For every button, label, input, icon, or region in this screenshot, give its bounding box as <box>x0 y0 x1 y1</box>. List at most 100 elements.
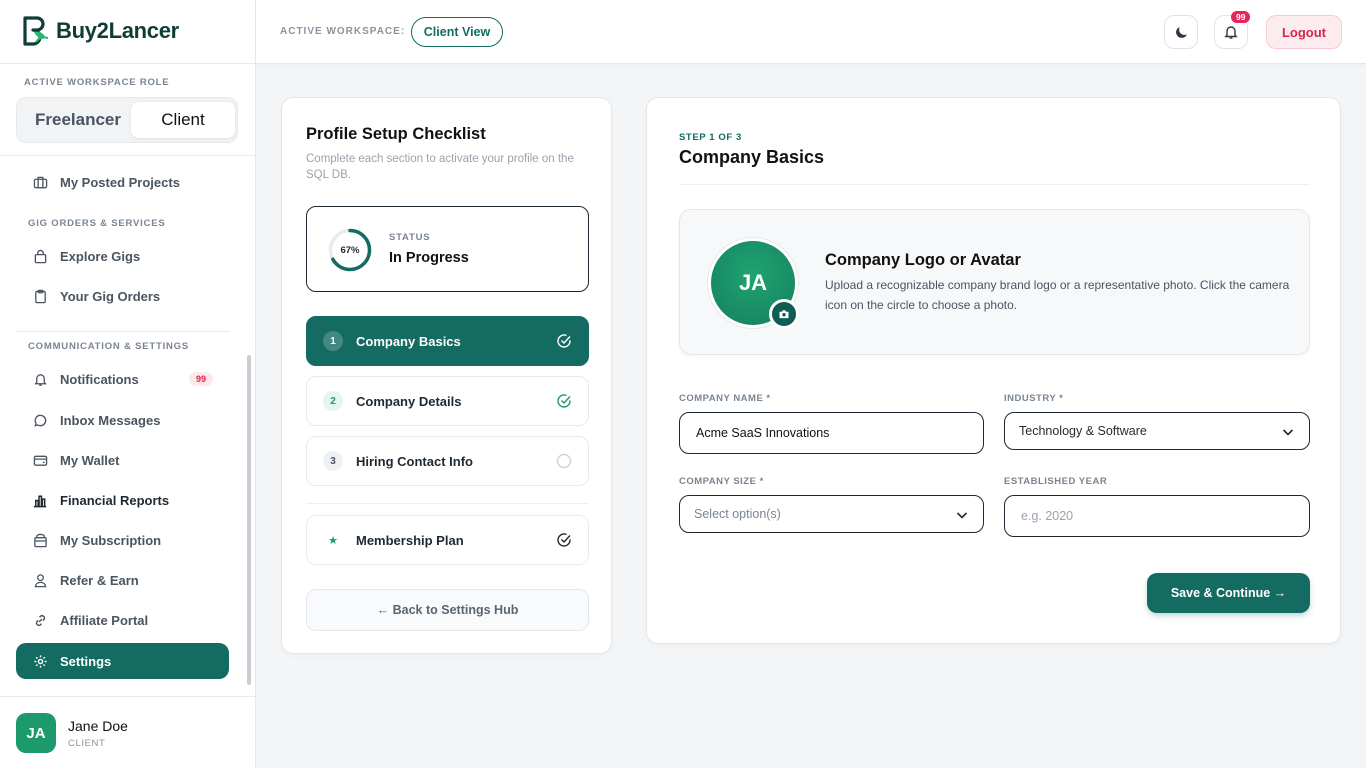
chevron-down-icon <box>1282 429 1294 436</box>
brand-logo-icon <box>23 16 49 46</box>
step-company-details[interactable]: 2 Company Details <box>306 376 589 426</box>
established-year-label: ESTABLISHED YEAR <box>1004 476 1108 487</box>
sidebar-item-posted-projects[interactable]: My Posted Projects <box>16 164 229 200</box>
logo-upload-panel: JA Company Logo or Avatar Upload a recog… <box>679 209 1310 355</box>
bell-icon <box>32 371 48 387</box>
user-role: CLIENT <box>68 738 106 749</box>
sidebar: Buy2Lancer ACTIVE WORKSPACE ROLE Freelan… <box>0 0 256 768</box>
step-label: Membership Plan <box>356 532 464 548</box>
sidebar-item-label: Refer & Earn <box>60 572 139 588</box>
briefcase-icon <box>32 174 48 190</box>
sidebar-item-label: Settings <box>60 653 112 669</box>
sidebar-item-label: Explore Gigs <box>60 248 141 264</box>
sidebar-item-subscription[interactable]: My Subscription <box>16 522 229 558</box>
role-client-button[interactable]: Client <box>131 102 235 138</box>
link-icon <box>32 612 48 628</box>
empty-circle-icon <box>556 453 572 469</box>
sidebar-item-label: My Subscription <box>60 532 162 548</box>
check-circle-icon <box>557 533 571 547</box>
camera-icon <box>779 310 789 319</box>
logout-button[interactable]: Logout <box>1266 15 1342 49</box>
step-company-basics[interactable]: 1 Company Basics <box>306 316 589 366</box>
save-continue-button[interactable]: Save & Continue → <box>1147 573 1310 613</box>
sidebar-item-gig-orders[interactable]: Your Gig Orders <box>16 278 229 314</box>
company-name-label: COMPANY NAME * <box>679 393 771 404</box>
step-number: 1 <box>323 331 343 351</box>
star-icon: ★ <box>328 534 338 547</box>
status-box: 67% STATUS In Progress <box>306 206 589 292</box>
industry-value: Technology & Software <box>1019 424 1147 438</box>
checklist-title: Profile Setup Checklist <box>306 125 486 143</box>
company-name-input[interactable] <box>679 412 984 454</box>
user-name: Jane Doe <box>68 718 128 734</box>
sidebar-item-inbox[interactable]: Inbox Messages <box>16 402 229 438</box>
sidebar-item-label: Affiliate Portal <box>60 612 149 628</box>
message-icon <box>32 412 48 428</box>
sidebar-item-wallet[interactable]: My Wallet <box>16 442 229 478</box>
form-title: Company Basics <box>679 147 825 167</box>
profile-checklist-card: Profile Setup Checklist Complete each se… <box>281 97 612 654</box>
notifications-badge: 99 <box>188 372 213 386</box>
wallet-icon <box>32 452 48 468</box>
sidebar-item-affiliate[interactable]: Affiliate Portal <box>16 602 229 638</box>
status-label: STATUS <box>389 232 431 243</box>
bag-icon <box>32 248 48 264</box>
divider <box>0 155 255 156</box>
step-number: 3 <box>323 451 343 471</box>
users-icon <box>32 572 48 588</box>
role-freelancer-button[interactable]: Freelancer <box>23 102 133 138</box>
logo-title: Company Logo or Avatar <box>825 251 1021 269</box>
brand-logo[interactable]: Buy2Lancer <box>22 16 179 46</box>
brand-name: Buy2Lancer <box>56 18 179 43</box>
divider <box>0 63 255 64</box>
user-profile[interactable]: JA Jane Doe CLIENT <box>0 696 255 768</box>
sidebar-item-label: My Posted Projects <box>60 174 180 190</box>
clipboard-icon <box>32 288 48 304</box>
sidebar-item-refer[interactable]: Refer & Earn <box>16 562 229 598</box>
workspace-label: ACTIVE WORKSPACE: <box>280 26 406 37</box>
sidebar-item-label: Notifications <box>60 371 139 387</box>
step-indicator: STEP 1 OF 3 <box>679 132 742 143</box>
role-toggle: Freelancer Client <box>16 97 238 143</box>
workspace-switch-button[interactable]: Client View <box>411 17 503 47</box>
progress-percent: 67% <box>340 244 360 256</box>
camera-button[interactable] <box>769 299 799 329</box>
bar-chart-icon <box>32 492 48 508</box>
industry-label: INDUSTRY * <box>1004 393 1064 404</box>
sidebar-item-notifications[interactable]: Notifications 99 <box>16 361 229 397</box>
role-label: ACTIVE WORKSPACE ROLE <box>24 77 170 88</box>
moon-icon <box>1175 26 1187 38</box>
top-header: ACTIVE WORKSPACE: Client View 99 Logout <box>256 0 1366 64</box>
sidebar-scrollbar[interactable] <box>247 355 251 685</box>
section-gig-label: GIG ORDERS & SERVICES <box>28 218 166 229</box>
back-to-settings-button[interactable]: ← Back to Settings Hub <box>306 589 589 631</box>
sidebar-item-settings[interactable]: Settings <box>16 643 229 679</box>
step-hiring-contact[interactable]: 3 Hiring Contact Info <box>306 436 589 486</box>
sidebar-item-label: Your Gig Orders <box>60 288 161 304</box>
check-circle-icon <box>557 334 571 348</box>
divider <box>16 331 230 332</box>
checklist-subtitle: Complete each section to activate your p… <box>306 153 574 181</box>
company-size-placeholder: Select option(s) <box>694 507 781 521</box>
step-label: Company Details <box>356 393 462 409</box>
divider <box>306 503 589 504</box>
sidebar-item-label: Inbox Messages <box>60 412 161 428</box>
divider <box>679 184 1310 185</box>
section-comm-label: COMMUNICATION & SETTINGS <box>28 341 189 352</box>
company-basics-card: STEP 1 OF 3 Company Basics JA Company Lo… <box>646 97 1341 644</box>
logo-description: Upload a recognizable company brand logo… <box>825 278 1290 312</box>
sidebar-item-label: My Wallet <box>60 452 120 468</box>
sidebar-item-financial-reports[interactable]: Financial Reports <box>16 482 229 518</box>
established-year-input[interactable] <box>1004 495 1310 537</box>
company-size-select[interactable]: Select option(s) <box>679 495 984 533</box>
company-size-label: COMPANY SIZE * <box>679 476 764 487</box>
theme-toggle-button[interactable] <box>1164 15 1198 49</box>
status-value: In Progress <box>389 250 469 266</box>
sidebar-item-explore-gigs[interactable]: Explore Gigs <box>16 238 229 274</box>
industry-select[interactable]: Technology & Software <box>1004 412 1310 450</box>
gear-icon <box>32 653 48 669</box>
package-icon <box>32 532 48 548</box>
avatar: JA <box>16 713 56 753</box>
step-membership-plan[interactable]: ★ Membership Plan <box>306 515 589 565</box>
check-circle-icon <box>557 394 571 408</box>
